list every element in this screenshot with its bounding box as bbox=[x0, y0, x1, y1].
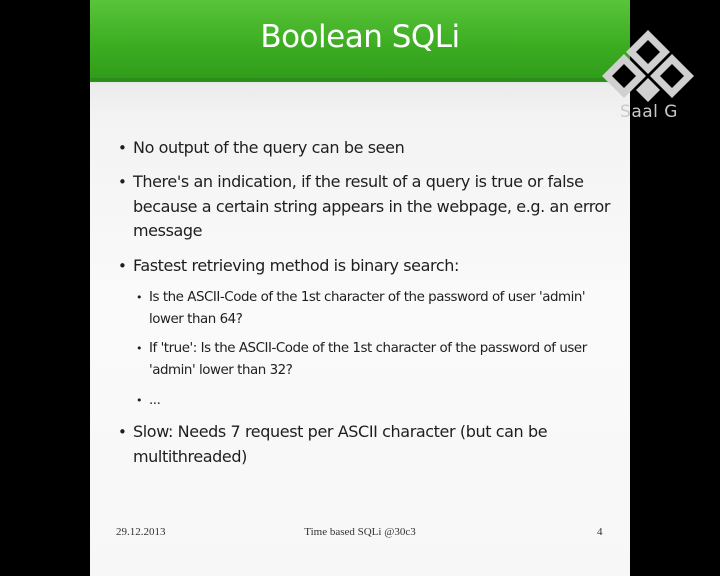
subbullet-line: If 'true': Is the ASCII-Code of the 1st … bbox=[149, 341, 587, 356]
page-number: 4 bbox=[597, 526, 603, 538]
bullet-line: because a certain string appears in the … bbox=[133, 196, 611, 216]
subbullet-marker: • bbox=[136, 394, 143, 407]
bullet-marker: • bbox=[118, 257, 127, 275]
bullet-line: Fastest retrieving method is binary sear… bbox=[133, 256, 459, 275]
bullet-line: message bbox=[133, 221, 203, 240]
bullet-item: • Fastest retrieving method is binary se… bbox=[118, 254, 613, 279]
subbullet-line: Is the ASCII-Code of the 1st character o… bbox=[149, 290, 586, 305]
bullet-item: • No output of the query can be seen bbox=[118, 136, 613, 161]
bullet-line: Slow: Needs 7 request per ASCII characte… bbox=[133, 422, 548, 441]
slide: Boolean SQLi • No output of the query ca… bbox=[90, 0, 630, 576]
subbullet-item: • If 'true': Is the ASCII-Code of the 1s… bbox=[136, 338, 619, 382]
bullet-line: No output of the query can be seen bbox=[133, 138, 405, 157]
bullet-marker: • bbox=[118, 173, 127, 191]
slide-content: • No output of the query can be seen • T… bbox=[90, 0, 630, 576]
footer-title: Time based SQLi @30c3 bbox=[304, 526, 416, 538]
bullet-marker: • bbox=[118, 139, 127, 157]
bullet-item: • Slow: Needs 7 request per ASCII charac… bbox=[118, 420, 613, 469]
subbullet-item: • Is the ASCII-Code of the 1st character… bbox=[136, 287, 619, 331]
subbullet-item: • ... bbox=[136, 390, 619, 412]
subbullet-marker: • bbox=[136, 291, 143, 304]
bullet-line: There's an indication, if the result of … bbox=[133, 172, 584, 191]
subbullet-line: 'admin' lower than 32? bbox=[149, 363, 293, 378]
subbullet-line: ... bbox=[149, 393, 161, 408]
subbullet-line: lower than 64? bbox=[149, 312, 243, 327]
logo-text: Saal G bbox=[620, 102, 678, 122]
bullet-marker: • bbox=[118, 423, 127, 441]
bullet-item: • There's an indication, if the result o… bbox=[118, 170, 613, 244]
subbullet-marker: • bbox=[136, 342, 143, 355]
bullet-line: multithreaded) bbox=[133, 446, 247, 466]
